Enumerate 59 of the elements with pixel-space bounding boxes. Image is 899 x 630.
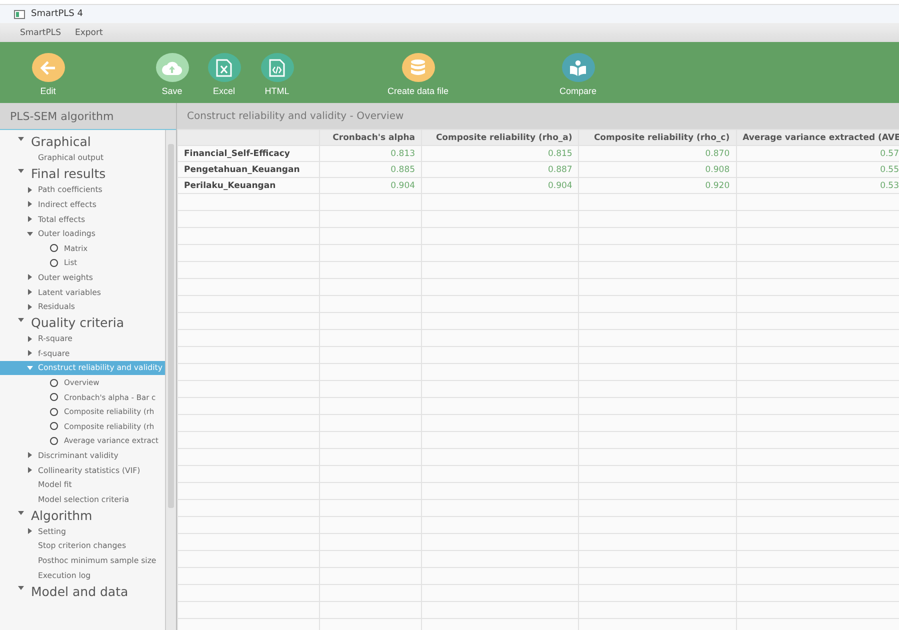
column-header: Cronbach's alpha: [320, 130, 422, 146]
tree-item[interactable]: Final results: [0, 165, 165, 183]
menu-item[interactable]: SmartPLS: [20, 28, 61, 38]
radio-button[interactable]: [50, 244, 58, 252]
tree-item[interactable]: Graphical: [0, 133, 165, 150]
expand-arrow-icon[interactable]: [27, 350, 33, 356]
table-cell: 0.908: [578, 162, 736, 178]
code-file-icon: [269, 58, 285, 76]
expand-arrow-icon[interactable]: [27, 216, 33, 222]
table-cell: 0.885: [320, 162, 422, 178]
row-header: Pengetahuan_Keuangan: [178, 162, 320, 178]
table-cell: 0.887: [422, 162, 579, 178]
book-reader-icon: [569, 60, 587, 76]
expand-arrow-icon[interactable]: [27, 201, 33, 208]
row-header: Perilaku_Keuangan: [178, 178, 320, 194]
panel-header: PLS-SEM algorithm: [0, 103, 176, 130]
column-header: Composite reliability (rho_c): [578, 130, 736, 146]
expand-arrow-icon[interactable]: [27, 289, 33, 296]
expand-arrow-icon[interactable]: [27, 336, 33, 342]
expand-arrow-icon[interactable]: [27, 528, 33, 534]
column-header: Composite reliability (rho_a): [422, 130, 579, 146]
expand-arrow-icon[interactable]: [18, 316, 24, 323]
radio-button[interactable]: [50, 393, 58, 402]
row-header: Financial_Self-Efficacy: [178, 146, 320, 162]
toolbar-button[interactable]: Create data file: [378, 53, 458, 96]
radio-button[interactable]: [50, 422, 58, 430]
toolbar-button[interactable]: Compare: [548, 53, 608, 96]
expand-arrow-icon[interactable]: [18, 585, 24, 592]
panel-header: Construct reliability and validity - Overview: [177, 103, 899, 129]
excel-file-icon: [216, 58, 232, 76]
app-icon: [14, 10, 25, 18]
expand-arrow-icon[interactable]: [18, 510, 24, 516]
expand-arrow-icon[interactable]: [27, 467, 33, 474]
radio-button[interactable]: [50, 408, 58, 416]
table-cell: 0.904: [320, 178, 422, 194]
scrollbar[interactable]: [165, 130, 176, 630]
table-cell: 0.813: [320, 146, 422, 162]
back-arrow-icon: [40, 60, 56, 74]
table-cell: 0.870: [578, 146, 736, 162]
radio-button[interactable]: [50, 258, 58, 267]
expand-arrow-icon[interactable]: [27, 452, 33, 458]
tree-item[interactable]: Algorithm: [0, 506, 165, 524]
expand-arrow-icon[interactable]: [27, 304, 33, 310]
cloud-upload-icon: [162, 60, 182, 74]
expand-arrow-icon[interactable]: [27, 274, 33, 280]
table-cell: 0.904: [422, 178, 579, 194]
expand-arrow-icon[interactable]: [18, 136, 24, 142]
database-icon: [410, 58, 426, 76]
expand-arrow-icon[interactable]: [27, 186, 33, 193]
menu-item[interactable]: Export: [74, 28, 103, 38]
table-cell: 0.815: [422, 146, 579, 162]
expand-arrow-icon[interactable]: [27, 230, 33, 237]
window-title: SmartPLS 4: [31, 9, 83, 19]
expand-arrow-icon[interactable]: [18, 168, 24, 174]
radio-button[interactable]: [50, 378, 58, 387]
tree-item[interactable]: Quality criteria: [0, 314, 165, 332]
tree-item[interactable]: Model and data: [0, 582, 165, 600]
radio-button[interactable]: [50, 436, 58, 445]
table-cell: 0.920: [578, 178, 736, 194]
